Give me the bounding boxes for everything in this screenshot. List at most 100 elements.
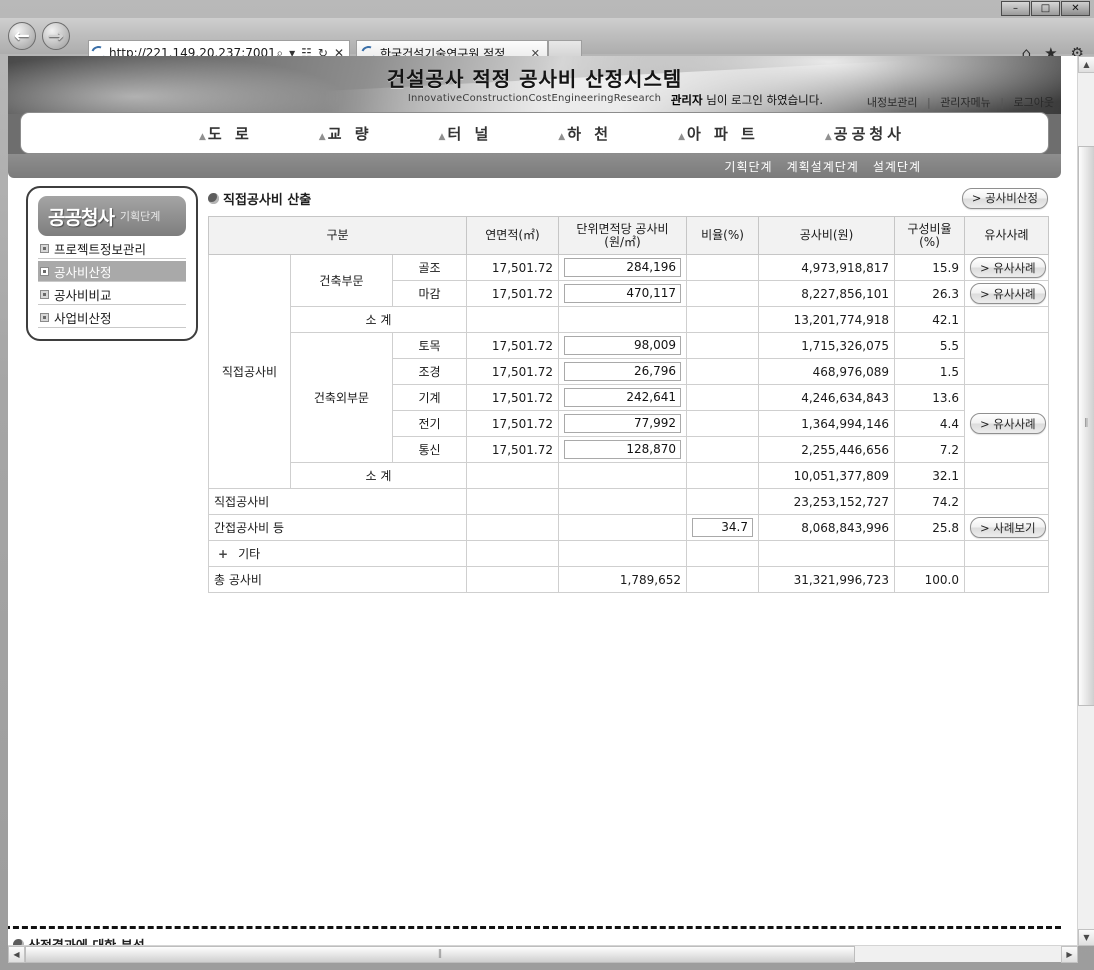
maximize-button[interactable]: □ xyxy=(1031,1,1060,16)
table-row-subtotal: 소 계 13,201,774,918 42.1 xyxy=(209,306,1049,333)
main-panel: 직접공사비 산출 > 공사비산정 구분 연면적(㎡) 단위면적당 공사비 (원/… xyxy=(208,186,1049,593)
unit-cost-input[interactable]: 26,796 xyxy=(564,362,681,381)
triangle-up-icon: ▲ xyxy=(558,131,566,142)
cell-direct-total-label: 직접공사비 xyxy=(208,488,467,515)
section-title-label: 직접공사비 산출 xyxy=(223,192,312,208)
cell-ratio xyxy=(686,566,759,593)
cell-grand-total-label: 총 공사비 xyxy=(208,566,467,593)
cell-area xyxy=(466,540,559,567)
sidebar-item-cost-comparison[interactable]: 공사비비교 xyxy=(38,284,186,305)
forward-button[interactable]: → xyxy=(42,22,70,50)
browser-toolbar: ← → http://221.149.20.237:7001/ ⌕ ▾ ☷ ↻ … xyxy=(0,18,1094,66)
unit-cost-input[interactable]: 284,196 xyxy=(564,258,681,277)
minimize-button[interactable]: – xyxy=(1001,1,1030,16)
nav-item-public-office[interactable]: ▲ 공공청사 xyxy=(825,123,905,144)
scroll-down-button[interactable]: ▼ xyxy=(1078,929,1094,946)
cell-item-name: 마감 xyxy=(392,280,467,307)
subnav-item-design[interactable]: 설계단계 xyxy=(873,158,921,175)
nav-item-apartment[interactable]: ▲ 아 파 트 xyxy=(678,123,759,144)
cell-cost: 10,051,377,809 xyxy=(758,462,895,489)
cell-similar-case xyxy=(964,462,1049,489)
sidebar-item-project-info[interactable]: 프로젝트정보관리 xyxy=(38,238,186,259)
similar-case-button[interactable]: > 유사사례 xyxy=(970,283,1046,304)
etc-label: 기타 xyxy=(238,547,261,561)
close-button[interactable]: ✕ xyxy=(1061,1,1090,16)
link-separator: | xyxy=(1000,96,1005,109)
column-header-cost: 공사비(원) xyxy=(758,216,895,255)
link-logout[interactable]: 로그아웃 xyxy=(1011,96,1057,109)
scroll-up-button[interactable]: ▲ xyxy=(1078,56,1094,73)
cell-area: 17,501.72 xyxy=(466,384,559,411)
nav-item-bridge[interactable]: ▲ 교 량 xyxy=(319,123,373,144)
calculate-cost-button[interactable]: > 공사비산정 xyxy=(961,187,1048,209)
similar-case-button[interactable]: > 유사사례 xyxy=(970,257,1046,278)
link-separator: | xyxy=(926,96,931,109)
subnav-item-planning[interactable]: 기획단계 xyxy=(724,158,772,175)
horizontal-scrollbar[interactable]: ◀ ‖ ▶ xyxy=(8,945,1078,963)
table-row-etc: + 기타 xyxy=(208,540,1049,567)
cell-ratio xyxy=(686,332,759,359)
login-username: 관리자 xyxy=(670,93,703,107)
vertical-scrollbar[interactable]: ▲ ‖ ▼ xyxy=(1077,56,1094,946)
nav-item-river[interactable]: ▲ 하 천 xyxy=(558,123,612,144)
nav-item-road[interactable]: ▲ 도 로 xyxy=(199,123,253,144)
unit-cost-input[interactable]: 242,641 xyxy=(564,388,681,407)
cell-share: 5.5 xyxy=(894,332,965,359)
cell-share: 13.6 xyxy=(894,384,965,411)
cell-unit-cost xyxy=(558,462,687,489)
back-button[interactable]: ← xyxy=(8,22,36,50)
unit-cost-input[interactable]: 77,992 xyxy=(564,414,681,433)
vertical-scroll-thumb[interactable]: ‖ xyxy=(1078,146,1094,706)
cell-share: 4.4 xyxy=(894,410,965,437)
expand-icon[interactable]: + xyxy=(214,547,238,561)
sidebar-item-cost-calculation[interactable]: 공사비산정 xyxy=(38,261,186,282)
similar-case-button[interactable]: > 유사사례 xyxy=(970,413,1046,434)
unit-cost-input[interactable]: 470,117 xyxy=(564,284,681,303)
cell-similar-case xyxy=(964,540,1049,567)
scroll-right-button[interactable]: ▶ xyxy=(1061,946,1078,963)
cell-similar-case xyxy=(964,488,1049,515)
cell-unit-cost: 470,117 xyxy=(558,280,687,307)
cell-share xyxy=(894,540,965,567)
horizontal-scroll-thumb[interactable]: ‖ xyxy=(25,946,855,963)
cell-similar-case: > 유사사례 xyxy=(964,280,1049,307)
column-header-ratio: 비율(%) xyxy=(686,216,759,255)
cell-subtotal-label: 소 계 xyxy=(290,462,467,489)
nav-item-apartment-label: 아 파 트 xyxy=(686,124,759,143)
cell-similar-case xyxy=(964,306,1049,333)
cell-etc-label[interactable]: + 기타 xyxy=(208,540,467,567)
table-row-subtotal: 소 계 10,051,377,809 32.1 xyxy=(209,462,1049,489)
table-row-direct-total: 직접공사비 23,253,152,727 74.2 xyxy=(208,488,1049,515)
cell-cost: 2,255,446,656 xyxy=(758,436,895,463)
cell-area xyxy=(466,488,559,515)
cell-cost: 4,246,634,843 xyxy=(758,384,895,411)
main-nav-wrapper: ▲ 도 로 ▲ 교 량 ▲ 터 널 ▲ 하 천 ▲ 아 파 트 ▲ 공공청사 xyxy=(8,112,1061,154)
cell-cost: 8,068,843,996 xyxy=(758,514,895,541)
cell-unit-cost xyxy=(558,306,687,333)
cell-area xyxy=(466,462,559,489)
view-case-button[interactable]: > 사례보기 xyxy=(970,517,1046,538)
sidebar-item-project-budget[interactable]: 사업비산정 xyxy=(38,307,186,328)
triangle-up-icon: ▲ xyxy=(199,131,206,142)
unit-cost-input[interactable]: 128,870 xyxy=(564,440,681,459)
subnav-item-schematic-design[interactable]: 계획설계단계 xyxy=(787,158,859,175)
nav-item-tunnel[interactable]: ▲ 터 널 xyxy=(439,123,493,144)
link-my-info[interactable]: 내정보관리 xyxy=(864,96,921,109)
title-bar: – □ ✕ xyxy=(0,0,1094,18)
cell-similar-case: > 유사사례 xyxy=(964,254,1049,281)
indirect-ratio-input[interactable]: 34.7 xyxy=(692,518,753,537)
site-banner: 건설공사 적정 공사비 산정시스템 InnovativeConstruction… xyxy=(8,56,1061,114)
column-header-share: 구성비율(%) xyxy=(894,216,965,255)
scroll-left-button[interactable]: ◀ xyxy=(8,946,25,963)
cell-cost: 468,976,089 xyxy=(758,358,895,385)
link-admin-menu[interactable]: 관리자메뉴 xyxy=(937,96,994,109)
table-row: 직접공사비 건축부문 골조 17,501.72 284,196 4,973,91… xyxy=(208,254,1049,489)
unit-cost-input[interactable]: 98,009 xyxy=(564,336,681,355)
cell-share: 26.3 xyxy=(894,280,965,307)
cell-similar-case: > 유사사례 xyxy=(964,384,1049,463)
cell-share: 100.0 xyxy=(894,566,965,593)
main-nav: ▲ 도 로 ▲ 교 량 ▲ 터 널 ▲ 하 천 ▲ 아 파 트 ▲ 공공청사 xyxy=(20,112,1049,154)
section-bullet-icon xyxy=(208,192,219,204)
unit-cost-line2: (원/㎡) xyxy=(604,234,641,249)
direct-cost-table: 구분 연면적(㎡) 단위면적당 공사비 (원/㎡) 비율(%) 공사비(원) 구… xyxy=(208,216,1049,593)
